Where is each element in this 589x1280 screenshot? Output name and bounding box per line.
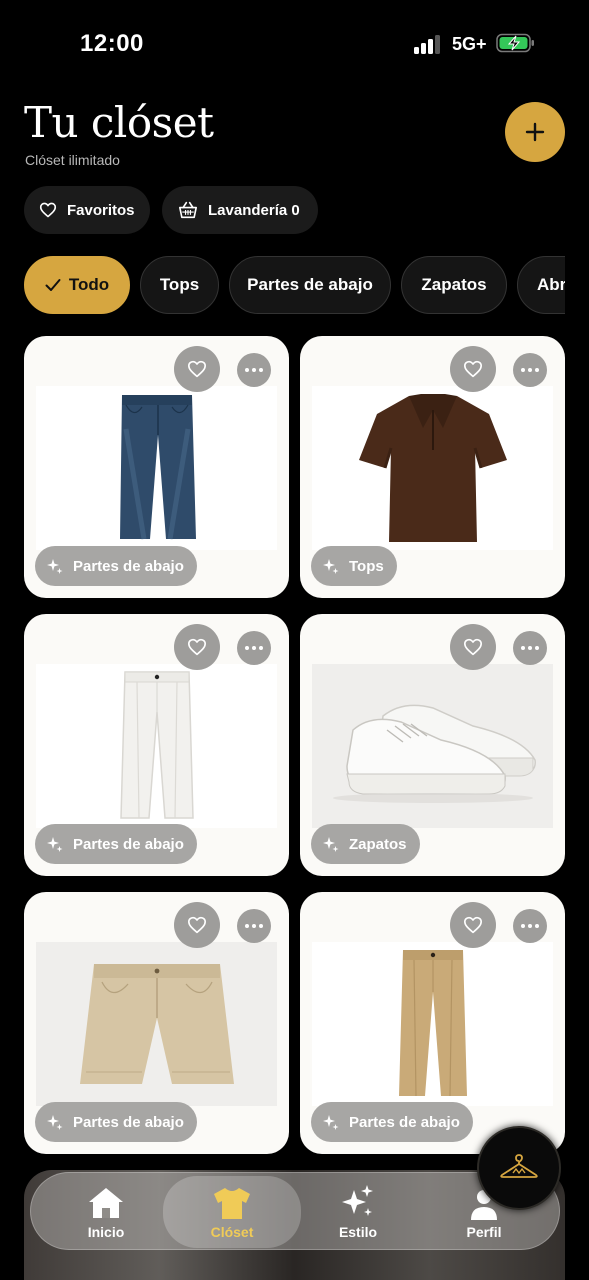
category-tag: Partes de abajo bbox=[35, 546, 197, 586]
clothing-card[interactable]: Tops bbox=[300, 336, 565, 598]
chip-label: Abr bbox=[537, 275, 565, 294]
category-tag: Zapatos bbox=[311, 824, 420, 864]
battery-charging-icon bbox=[496, 33, 536, 53]
ellipsis-icon bbox=[245, 646, 263, 650]
category-tag: Partes de abajo bbox=[35, 1102, 197, 1142]
favorite-button[interactable] bbox=[174, 902, 220, 948]
chip-label: Zapatos bbox=[421, 275, 487, 294]
chip-shoes[interactable]: Zapatos bbox=[401, 256, 507, 314]
item-photo-polo bbox=[312, 386, 553, 550]
heart-icon bbox=[39, 202, 57, 218]
sparkle-icon bbox=[47, 1114, 63, 1130]
nav-home-label: Inicio bbox=[87, 1224, 125, 1240]
favorite-button[interactable] bbox=[450, 346, 496, 392]
item-photo-jeans bbox=[36, 386, 277, 550]
nav-style-label: Estilo bbox=[338, 1224, 378, 1240]
nav-profile-label: Perfil bbox=[466, 1224, 502, 1240]
heart-icon bbox=[188, 638, 206, 656]
clothing-card[interactable]: Partes de abajo bbox=[24, 336, 289, 598]
more-options-button[interactable] bbox=[513, 353, 547, 387]
nav-home[interactable]: Inicio bbox=[46, 1173, 166, 1251]
chip-tops[interactable]: Tops bbox=[140, 256, 219, 314]
heart-icon bbox=[188, 916, 206, 934]
page-title: Tu clóset bbox=[24, 98, 214, 147]
signal-icon bbox=[414, 34, 444, 54]
sparkle-icon bbox=[47, 558, 63, 574]
add-item-button[interactable] bbox=[505, 102, 565, 162]
category-chips: Todo Tops Partes de abajo Zapatos Abr bbox=[24, 256, 565, 314]
category-tag: Tops bbox=[311, 546, 397, 586]
ellipsis-icon bbox=[521, 646, 539, 650]
status-time: 12:00 bbox=[80, 30, 144, 57]
item-photo-shorts bbox=[36, 942, 277, 1106]
laundry-button[interactable]: Lavandería 0 bbox=[162, 186, 318, 234]
favorite-button[interactable] bbox=[450, 902, 496, 948]
hanger-fab-button[interactable] bbox=[477, 1126, 561, 1210]
ellipsis-icon bbox=[521, 368, 539, 372]
heart-icon bbox=[464, 360, 482, 378]
favorites-label: Favoritos bbox=[67, 201, 135, 219]
chip-accessories[interactable]: Abr bbox=[517, 256, 565, 314]
ellipsis-icon bbox=[245, 368, 263, 372]
chip-bottoms[interactable]: Partes de abajo bbox=[229, 256, 391, 314]
heart-icon bbox=[464, 916, 482, 934]
chip-label: Partes de abajo bbox=[247, 275, 373, 294]
sparkle-icon bbox=[323, 558, 339, 574]
more-options-button[interactable] bbox=[237, 631, 271, 665]
category-tag-label: Partes de abajo bbox=[73, 1113, 184, 1131]
status-bar: 12:00 5G+ bbox=[0, 0, 589, 88]
item-photo-white-pants bbox=[36, 664, 277, 828]
item-photo-khaki-pants bbox=[312, 942, 553, 1106]
category-tag-label: Zapatos bbox=[349, 835, 407, 853]
sparkles-icon bbox=[340, 1184, 376, 1220]
chip-label: Tops bbox=[159, 275, 200, 294]
favorites-button[interactable]: Favoritos bbox=[24, 186, 150, 234]
category-tag-label: Partes de abajo bbox=[73, 835, 184, 853]
clothing-card[interactable]: Zapatos bbox=[300, 614, 565, 876]
ellipsis-icon bbox=[521, 924, 539, 928]
more-options-button[interactable] bbox=[513, 631, 547, 665]
laundry-label: Lavandería 0 bbox=[208, 201, 300, 219]
category-tag-label: Partes de abajo bbox=[73, 557, 184, 575]
sparkle-icon bbox=[47, 836, 63, 852]
heart-icon bbox=[464, 638, 482, 656]
favorite-button[interactable] bbox=[450, 624, 496, 670]
more-options-button[interactable] bbox=[237, 353, 271, 387]
nav-style[interactable]: Estilo bbox=[298, 1173, 418, 1251]
nav-closet-label: Clóset bbox=[210, 1224, 254, 1240]
sparkle-icon bbox=[323, 836, 339, 852]
more-options-button[interactable] bbox=[237, 909, 271, 943]
hanger-icon bbox=[500, 1154, 538, 1178]
item-photo-sneakers bbox=[312, 664, 553, 828]
ellipsis-icon bbox=[245, 924, 263, 928]
sparkle-icon bbox=[323, 1114, 339, 1130]
category-tag-label: Partes de abajo bbox=[349, 1113, 460, 1131]
chip-label: Todo bbox=[68, 275, 110, 294]
page-subtitle: Clóset ilimitado bbox=[25, 152, 120, 168]
more-options-button[interactable] bbox=[513, 909, 547, 943]
category-tag: Partes de abajo bbox=[35, 824, 197, 864]
heart-icon bbox=[188, 360, 206, 378]
check-icon bbox=[45, 278, 61, 292]
network-label: 5G+ bbox=[452, 34, 487, 54]
clothing-card[interactable]: Partes de abajo bbox=[300, 892, 565, 1154]
category-tag: Partes de abajo bbox=[311, 1102, 473, 1142]
tshirt-icon bbox=[212, 1184, 252, 1220]
favorite-button[interactable] bbox=[174, 346, 220, 392]
chip-all[interactable]: Todo bbox=[24, 256, 130, 314]
nav-closet[interactable]: Clóset bbox=[163, 1176, 301, 1248]
plus-icon bbox=[525, 122, 545, 142]
clothing-card[interactable]: Partes de abajo bbox=[24, 614, 289, 876]
favorite-button[interactable] bbox=[174, 624, 220, 670]
home-icon bbox=[87, 1184, 125, 1220]
laundry-basket-icon bbox=[178, 201, 198, 219]
category-tag-label: Tops bbox=[349, 557, 384, 575]
clothing-card[interactable]: Partes de abajo bbox=[24, 892, 289, 1154]
